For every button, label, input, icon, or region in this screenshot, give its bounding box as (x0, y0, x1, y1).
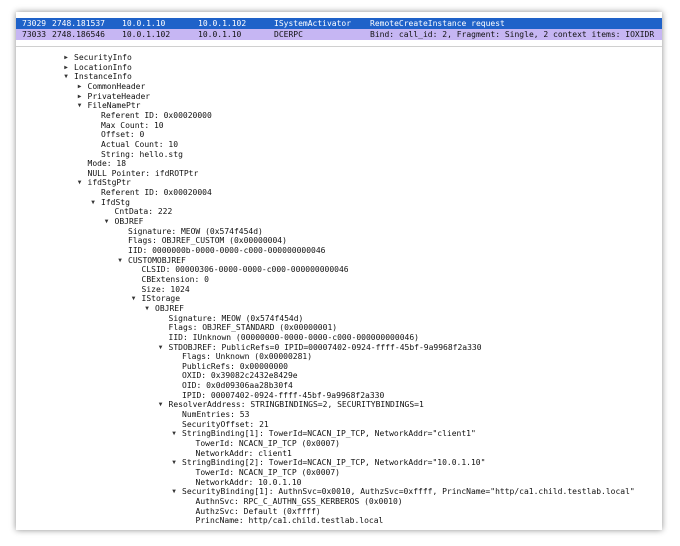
tree-node[interactable]: IPID: 00007402-0924-ffff-45bf-9a9968f2a3… (182, 391, 384, 401)
tree-node[interactable]: Actual Count: 10 (101, 140, 178, 150)
triangle-down-icon[interactable]: ▼ (116, 256, 124, 266)
triangle-right-icon[interactable]: ▶ (76, 92, 84, 102)
packet-source: 10.0.1.102 (122, 30, 171, 39)
triangle-down-icon[interactable]: ▼ (130, 294, 138, 304)
triangle-down-icon[interactable]: ▼ (143, 304, 151, 314)
tree-node[interactable]: InstanceInfo (74, 72, 132, 82)
triangle-down-icon[interactable]: ▼ (157, 343, 165, 353)
packet-number: 73033 (22, 30, 47, 39)
tree-node[interactable]: SecurityBinding[1]: AuthnSvc=0x0010, Aut… (182, 487, 635, 497)
tree-node[interactable]: Referent ID: 0x00020004 (101, 188, 212, 198)
tree-node[interactable]: NumEntries: 53 (182, 410, 249, 420)
packet-protocol: DCERPC (274, 30, 303, 39)
triangle-down-icon[interactable]: ▼ (62, 72, 70, 82)
tree-node[interactable]: StringBinding[2]: TowerId=NCACN_IP_TCP, … (182, 458, 485, 468)
tree-node[interactable]: IID: IUnknown (00000000-0000-0000-c000-0… (169, 333, 419, 343)
tree-node[interactable]: Mode: 18 (88, 159, 127, 169)
tree-node[interactable]: Flags: OBJREF_CUSTOM (0x00000004) (128, 236, 287, 246)
triangle-down-icon[interactable]: ▼ (170, 458, 178, 468)
tree-node[interactable]: Signature: MEOW (0x574f454d) (128, 227, 263, 237)
tree-node[interactable]: TowerId: NCACN_IP_TCP (0x0007) (196, 468, 341, 478)
tree-node[interactable]: IStorage (142, 294, 181, 304)
packet-row[interactable]: 73033 2748.186546 10.0.1.102 10.0.1.10 D… (16, 29, 662, 40)
tree-node[interactable]: NetworkAddr: 10.0.1.10 (196, 478, 302, 488)
tree-node[interactable]: NULL Pointer: ifdROTPtr (88, 169, 199, 179)
tree-node[interactable]: ifdStgPtr (88, 178, 131, 188)
packet-info: RemoteCreateInstance request (370, 19, 505, 28)
tree-node[interactable]: OID: 0x0d09306aa28b30f4 (182, 381, 293, 391)
triangle-down-icon[interactable]: ▼ (103, 217, 111, 227)
packet-time: 2748.186546 (52, 30, 105, 39)
packet-destination: 10.0.1.102 (198, 19, 247, 28)
packet-row-selected[interactable]: 73029 2748.181537 10.0.1.10 10.0.1.102 I… (16, 18, 662, 29)
packet-details-tree: ▶ SecurityInfo ▶ LocationInfo ▼ InstanceInfo ▶… (16, 46, 662, 530)
packet-destination: 10.0.1.10 (198, 30, 242, 39)
wireshark-window: 73029 2748.181537 10.0.1.10 10.0.1.102 I… (16, 12, 662, 530)
tree-node[interactable]: AuthzSvc: Default (0xffff) (196, 507, 321, 517)
tree-node[interactable]: Max Count: 10 (101, 121, 164, 131)
tree-node[interactable]: CUSTOMOBJREF (128, 256, 186, 266)
triangle-right-icon[interactable]: ▶ (62, 63, 70, 73)
triangle-down-icon[interactable]: ▼ (76, 101, 84, 111)
tree-node[interactable]: OXID: 0x39082c2432e8429e (182, 371, 298, 381)
tree-node[interactable]: Flags: Unknown (0x00000281) (182, 352, 312, 362)
tree-node[interactable]: IID: 0000000b-0000-0000-c000-00000000004… (128, 246, 325, 256)
tree-node[interactable]: IfdStg (101, 198, 130, 208)
tree-node[interactable]: FileNamePtr (88, 101, 141, 111)
tree-node[interactable]: CLSID: 00000306-0000-0000-c000-000000000… (142, 265, 349, 275)
triangle-down-icon[interactable]: ▼ (170, 487, 178, 497)
tree-node[interactable]: CommonHeader (88, 82, 146, 92)
tree-node[interactable]: AuthnSvc: RPC_C_AUTHN_GSS_KERBEROS (0x00… (196, 497, 403, 507)
tree-node[interactable]: ResolverAddress: STRINGBINDINGS=2, SECUR… (169, 400, 424, 410)
triangle-down-icon[interactable]: ▼ (157, 400, 165, 410)
triangle-down-icon[interactable]: ▼ (76, 178, 84, 188)
tree-node[interactable]: Signature: MEOW (0x574f454d) (169, 314, 304, 324)
tree-node[interactable]: CBExtension: 0 (142, 275, 209, 285)
tree-node[interactable]: Referent ID: 0x00020000 (101, 111, 212, 121)
tree-node[interactable]: Size: 1024 (142, 285, 190, 295)
triangle-down-icon[interactable]: ▼ (89, 198, 97, 208)
packet-info: Bind: call_id: 2, Fragment: Single, 2 co… (370, 30, 655, 39)
tree-node[interactable]: OBJREF (115, 217, 144, 227)
tree-node[interactable]: StringBinding[1]: TowerId=NCACN_IP_TCP, … (182, 429, 476, 439)
packet-source: 10.0.1.10 (122, 19, 166, 28)
tree-node[interactable]: SecurityOffset: 21 (182, 420, 269, 430)
tree-node[interactable]: SecurityInfo (74, 53, 132, 63)
tree-node[interactable]: PrincName: http/ca1.child.testlab.local (196, 516, 384, 526)
triangle-right-icon[interactable]: ▶ (62, 53, 70, 63)
tree-node[interactable]: PublicRefs: 0x00000000 (182, 362, 288, 372)
tree-node[interactable]: Offset: 0 (101, 130, 144, 140)
tree-node[interactable]: Flags: OBJREF_STANDARD (0x00000001) (169, 323, 338, 333)
triangle-right-icon[interactable]: ▶ (76, 82, 84, 92)
tree-node[interactable]: LocationInfo (74, 63, 132, 73)
packet-number: 73029 (22, 19, 47, 28)
packet-protocol: ISystemActivator (274, 19, 352, 28)
tree-node[interactable]: TowerId: NCACN_IP_TCP (0x0007) (196, 439, 341, 449)
tree-node[interactable]: STDOBJREF: PublicRefs=0 IPID=00007402-09… (169, 343, 482, 353)
packet-time: 2748.181537 (52, 19, 105, 28)
tree-node[interactable]: NetworkAddr: client1 (196, 449, 292, 459)
tree-node[interactable]: PrivateHeader (88, 92, 151, 102)
triangle-down-icon[interactable]: ▼ (170, 429, 178, 439)
tree-node[interactable]: OBJREF (155, 304, 184, 314)
tree-node[interactable]: CntData: 222 (115, 207, 173, 217)
tree-node[interactable]: String: hello.stg (101, 150, 183, 160)
